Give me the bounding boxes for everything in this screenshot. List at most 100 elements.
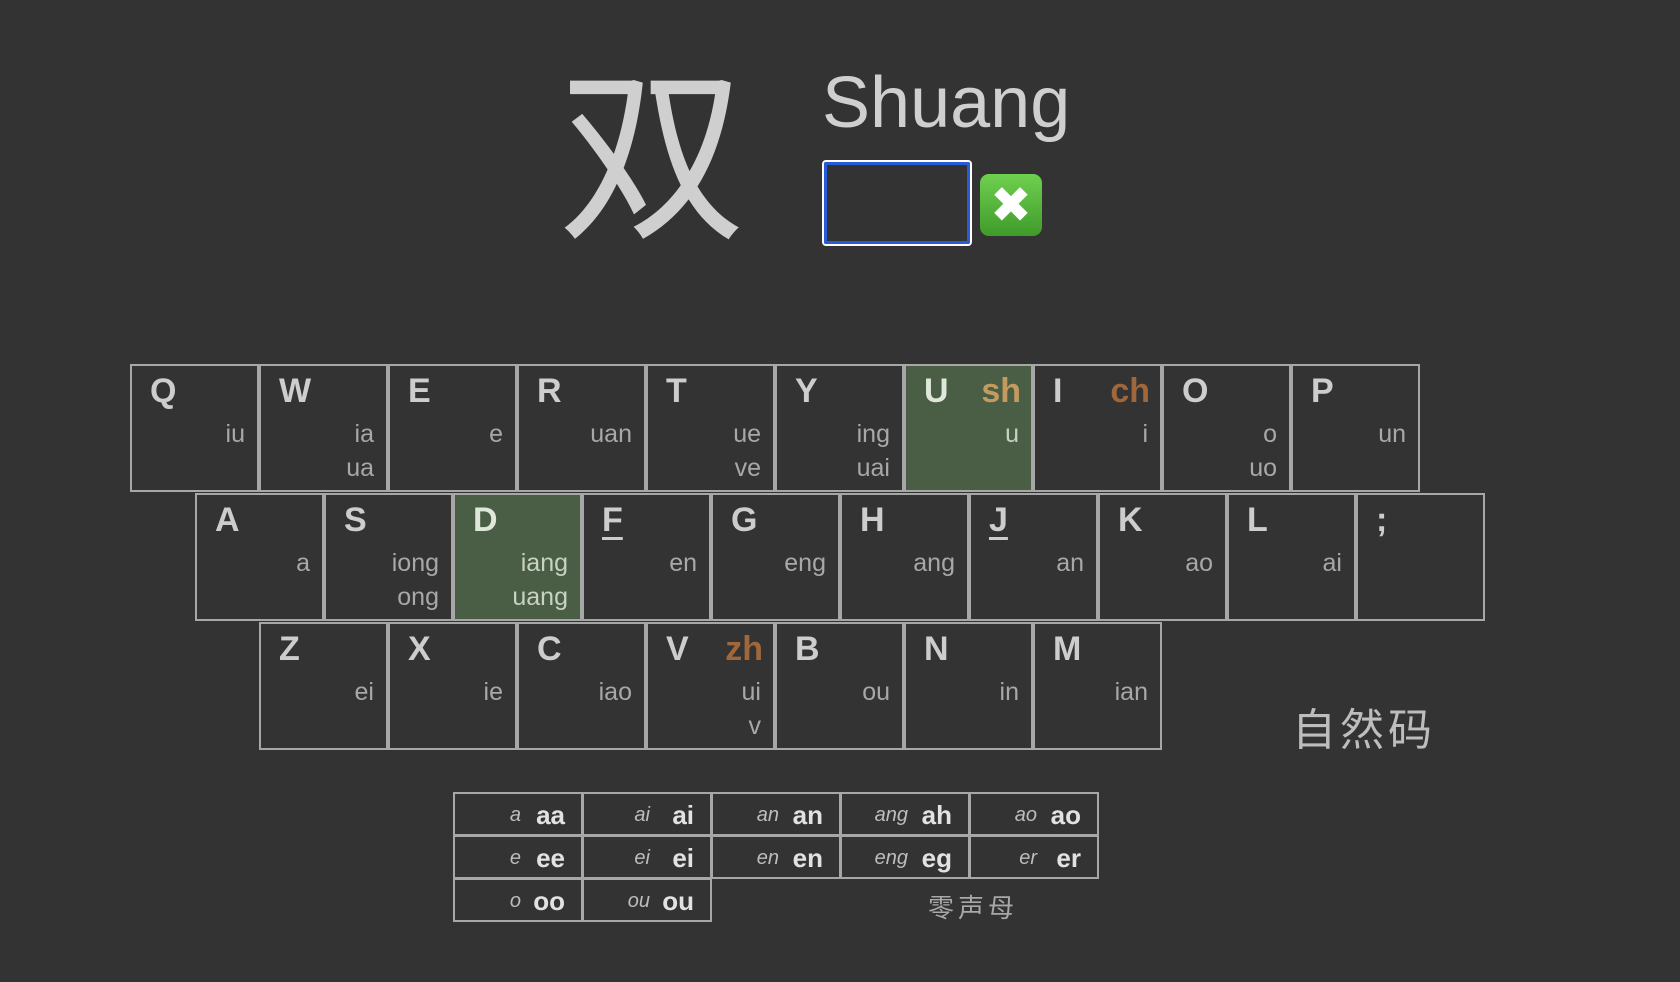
scheme-name: 自然码 [1292,705,1436,756]
key-t: Tue ve [646,364,775,492]
key-final: ve [734,454,761,482]
zero-initial-final: ou [627,890,650,912]
key-y: Ying uai [775,364,904,492]
key-letter: L [1247,501,1268,539]
zero-initial-cell: en en [711,835,841,879]
key-letter: C [537,630,562,668]
key-final: an [1056,549,1084,577]
zero-initial-final: ang [874,804,908,826]
zero-initial-code: ah [921,800,952,830]
key-semicolon: ; [1356,493,1485,621]
key-n: Nin [904,622,1033,750]
key-f: Fen [582,493,711,621]
key-a: Aa [195,493,324,621]
key-final: ou [862,678,890,706]
key-w: Wia ua [259,364,388,492]
zero-initial-cell: ei ei [582,835,712,879]
key-s: Siong ong [324,493,453,621]
key-k: Kao [1098,493,1227,621]
key-final: ao [1185,549,1213,577]
key-final: ang [913,549,955,577]
key-letter: H [860,501,885,539]
zero-initial-final: en [756,847,779,869]
key-r: Ruan [517,364,646,492]
key-d: Diang uang [453,493,582,621]
key-letter: G [731,501,758,539]
key-i: Ich i [1033,364,1162,492]
pinyin-label: Shuang [822,63,1071,143]
zero-initial-code: ee [536,843,565,873]
key-final: in [999,678,1019,706]
key-final: ua [346,454,374,482]
key-final: v [748,712,762,740]
key-letter: N [924,630,949,668]
key-final: en [669,549,697,577]
zero-initial-code: an [792,800,823,830]
key-letter: M [1053,630,1082,668]
key-final: uo [1249,454,1277,482]
key-letter: E [408,372,431,410]
zero-initial-cell: a aa [453,792,583,836]
zero-initial-final: ei [634,847,650,869]
zero-initial-cell: e ee [453,835,583,879]
key-letter: Z [279,630,300,668]
zero-initial-final: er [1019,847,1037,869]
key-letter: O [1182,372,1209,410]
key-letter: J [989,501,1008,539]
zero-initial-final: ai [634,804,650,826]
key-x: Xie [388,622,517,750]
key-final: uang [512,583,568,611]
key-final: ing [856,420,890,448]
key-l: Lai [1227,493,1356,621]
answer-input[interactable] [822,160,972,246]
key-letter: F [602,501,623,539]
zero-initial-final: e [509,847,521,869]
key-letter: S [344,501,367,539]
key-letter: R [537,372,562,410]
key-letter: Q [150,372,177,410]
key-final: eng [784,549,826,577]
key-g: Geng [711,493,840,621]
zero-initial-code: aa [536,800,565,830]
zero-initial-code: ao [1050,800,1081,830]
key-letter: Y [795,372,818,410]
zero-initial-label: 零声母 [928,894,1019,924]
key-initial: zh [725,630,763,668]
zero-initial-cell: ai ai [582,792,712,836]
key-final: uan [590,420,632,448]
zero-initial-code: ei [672,843,694,873]
key-letter: V [666,630,689,668]
key-final: ai [1322,549,1342,577]
key-initial: sh [981,372,1021,410]
key-final: ong [397,583,439,611]
zero-initial-cell: eng eg [840,835,970,879]
zero-initial-cell: ou ou [582,878,712,922]
zero-initial-code: en [792,843,823,873]
key-final: a [296,549,310,577]
zero-initial-code: er [1056,843,1081,873]
key-b: Bou [775,622,904,750]
key-final: ui [741,678,761,706]
key-o: Oo uo [1162,364,1291,492]
key-z: Zei [259,622,388,750]
key-final: iang [520,549,568,577]
key-q: Qiu [130,364,259,492]
key-letter: X [408,630,431,668]
key-letter: K [1118,501,1143,539]
zero-initial-final: eng [874,847,908,869]
key-final: ue [733,420,761,448]
key-c: Ciao [517,622,646,750]
key-final: ia [354,420,374,448]
key-final: uai [856,454,890,482]
key-final: un [1378,420,1406,448]
key-final: ie [483,678,503,706]
key-final: u [1005,420,1019,448]
key-final: iong [391,549,439,577]
key-final: iu [225,420,245,448]
zero-initial-cell: ang ah [840,792,970,836]
key-final: ei [354,678,374,706]
zero-initial-cell: er er [969,835,1099,879]
key-letter: U [924,372,949,410]
zero-initial-final: an [756,804,779,826]
key-letter: W [279,372,312,410]
